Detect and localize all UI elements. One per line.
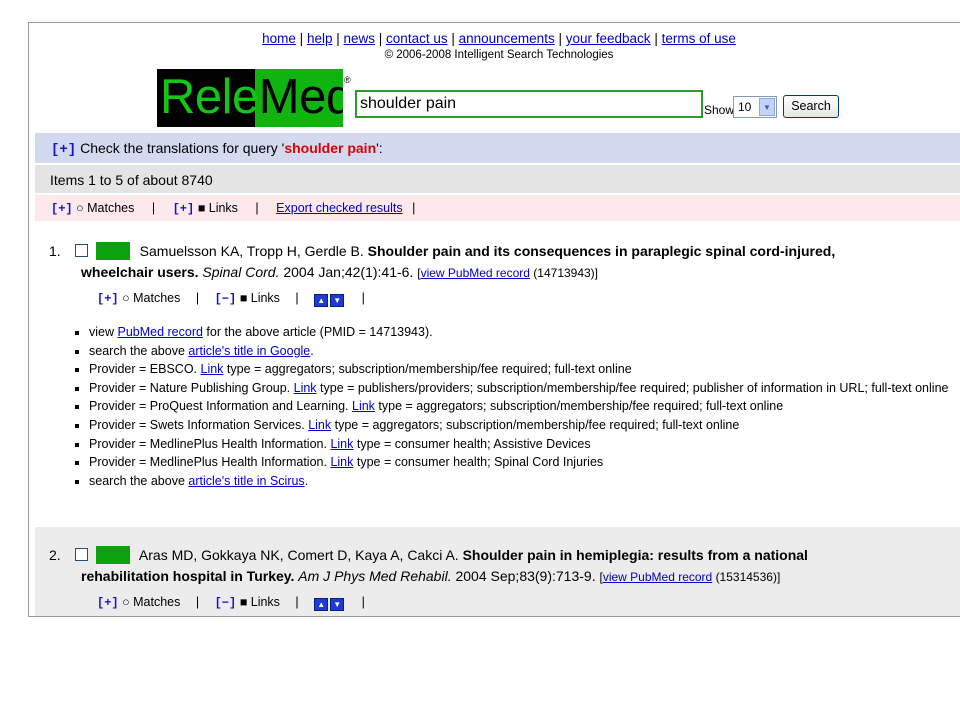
nav-home-link[interactable]: home — [262, 31, 296, 46]
result-authors: Aras MD, Gokkaya NK, Comert D, Kaya A, C… — [138, 547, 459, 563]
result-links-toggle[interactable]: [−] — [215, 596, 237, 610]
google-title-link[interactable]: article's title in Google — [188, 344, 310, 358]
result-links-toggle[interactable]: [−] — [215, 292, 237, 306]
provider-link[interactable]: Link — [294, 381, 317, 395]
translations-bar: [+] Check the translations for query 'sh… — [35, 133, 960, 163]
move-down-icon[interactable]: ▼ — [330, 294, 345, 307]
registered-mark: ® — [344, 75, 351, 85]
results-count: Items 1 to 5 of about 8740 — [50, 172, 213, 188]
list-item: view PubMed record for the above article… — [89, 323, 949, 342]
square-bullet-icon: ■ — [239, 595, 248, 609]
result-item: 1. Samuelsson KA, Tropp H, Gerdle B. Sho… — [35, 231, 960, 521]
relevance-bar — [95, 546, 130, 564]
result-title-cont: wheelchair users. — [81, 264, 199, 280]
square-bullet-icon: ■ — [239, 291, 248, 305]
show-label: Show — [704, 103, 735, 117]
relevance-bar — [95, 242, 130, 260]
matches-label: Matches — [87, 201, 135, 215]
result-links-list: view PubMed record for the above article… — [75, 323, 949, 490]
provider-link[interactable]: Link — [330, 437, 353, 451]
list-item: search the above article's title in Scir… — [89, 472, 949, 491]
move-up-icon[interactable]: ▲ — [314, 294, 329, 307]
list-item: Provider = Swets Information Services. L… — [89, 416, 949, 435]
result-number: 2. — [49, 547, 61, 563]
nav-feedback-link[interactable]: your feedback — [566, 31, 651, 46]
result-citation: 2004 Sep;83(9):713-9. — [455, 568, 596, 584]
show-count-value: 10 — [738, 100, 752, 114]
search-button[interactable]: Search — [783, 95, 839, 118]
list-item: Provider = EBSCO. Link type = aggregator… — [89, 360, 949, 379]
result-title: Shoulder pain and its consequences in pa… — [367, 243, 836, 259]
show-count-select[interactable]: 10 ▼ — [733, 96, 777, 118]
relemed-logo[interactable]: ReleMed — [157, 69, 343, 127]
provider-link[interactable]: Link — [330, 455, 353, 469]
result-citation: 2004 Jan;42(1):41-6. — [283, 264, 414, 280]
links-label: Links — [208, 201, 238, 215]
nav-contact-link[interactable]: contact us — [386, 31, 448, 46]
nav-help-link[interactable]: help — [307, 31, 333, 46]
browser-page: home | help | news | contact us | announ… — [28, 22, 960, 617]
provider-link[interactable]: Link — [201, 362, 224, 376]
result-item: 2. Aras MD, Gokkaya NK, Comert D, Kaya A… — [35, 527, 960, 616]
result-matches-toggle[interactable]: [+] — [97, 292, 119, 306]
nav-announcements-link[interactable]: announcements — [459, 31, 555, 46]
result-checkbox[interactable] — [74, 244, 88, 257]
provider-link[interactable]: Link — [352, 399, 375, 413]
list-item: Provider = ProQuest Information and Lear… — [89, 397, 949, 416]
result-authors: Samuelsson KA, Tropp H, Gerdle B. — [139, 243, 364, 259]
result-checkbox[interactable] — [74, 548, 88, 561]
circle-bullet-icon: ○ — [122, 291, 130, 305]
move-up-icon[interactable]: ▲ — [314, 598, 329, 611]
logo-text-rele: Rele — [160, 70, 259, 124]
result-matches-toggle[interactable]: [+] — [97, 596, 119, 610]
result-subbar: [+] ○ Matches | [−] ■ Links | ▲ ▼ | — [97, 291, 365, 307]
result-title: Shoulder pain in hemiplegia: results fro… — [462, 547, 808, 563]
result-title-cont: rehabilitation hospital in Turkey. — [81, 568, 295, 584]
circle-bullet-icon: ○ — [122, 595, 130, 609]
list-item: search the above article's title in Goog… — [89, 342, 949, 361]
result-subbar: [+] ○ Matches | [−] ■ Links | ▲ ▼ | — [97, 595, 365, 611]
list-item: Provider = Nature Publishing Group. Link… — [89, 379, 949, 398]
list-item: Provider = MedlinePlus Health Informatio… — [89, 453, 949, 472]
results-summary-bar: Items 1 to 5 of about 8740 — [35, 165, 960, 193]
circle-bullet-icon: ○ — [76, 201, 84, 215]
links-expand-toggle[interactable]: [+] — [173, 202, 195, 216]
pubmed-record-link[interactable]: PubMed record — [117, 325, 202, 339]
view-pubmed-record-link[interactable]: view PubMed record — [421, 266, 530, 280]
move-down-icon[interactable]: ▼ — [330, 598, 345, 611]
nav-news-link[interactable]: news — [344, 31, 376, 46]
export-checked-results-link[interactable]: Export checked results — [276, 201, 402, 215]
query-term: shoulder pain — [284, 140, 377, 156]
view-pubmed-record-link[interactable]: view PubMed record — [603, 570, 712, 584]
result-journal: Spinal Cord. — [202, 264, 280, 280]
result-journal: Am J Phys Med Rehabil. — [298, 568, 452, 584]
translations-expand-toggle[interactable]: [+] — [51, 142, 76, 158]
scirus-title-link[interactable]: article's title in Scirus — [188, 474, 304, 488]
copyright: © 2006-2008 Intelligent Search Technolog… — [384, 49, 614, 61]
results-toolbar: [+] ○ Matches | [+] ■ Links | Export che… — [35, 195, 960, 221]
list-item: Provider = MedlinePlus Health Informatio… — [89, 435, 949, 454]
matches-expand-toggle[interactable]: [+] — [51, 202, 73, 216]
square-bullet-icon: ■ — [197, 201, 206, 215]
nav-terms-link[interactable]: terms of use — [662, 31, 736, 46]
logo-text-med: Med — [258, 70, 343, 124]
chevron-down-icon[interactable]: ▼ — [759, 98, 775, 116]
provider-link[interactable]: Link — [308, 418, 331, 432]
result-number: 1. — [49, 243, 61, 259]
top-nav: home | help | news | contact us | announ… — [262, 31, 736, 46]
search-input[interactable] — [355, 90, 703, 118]
